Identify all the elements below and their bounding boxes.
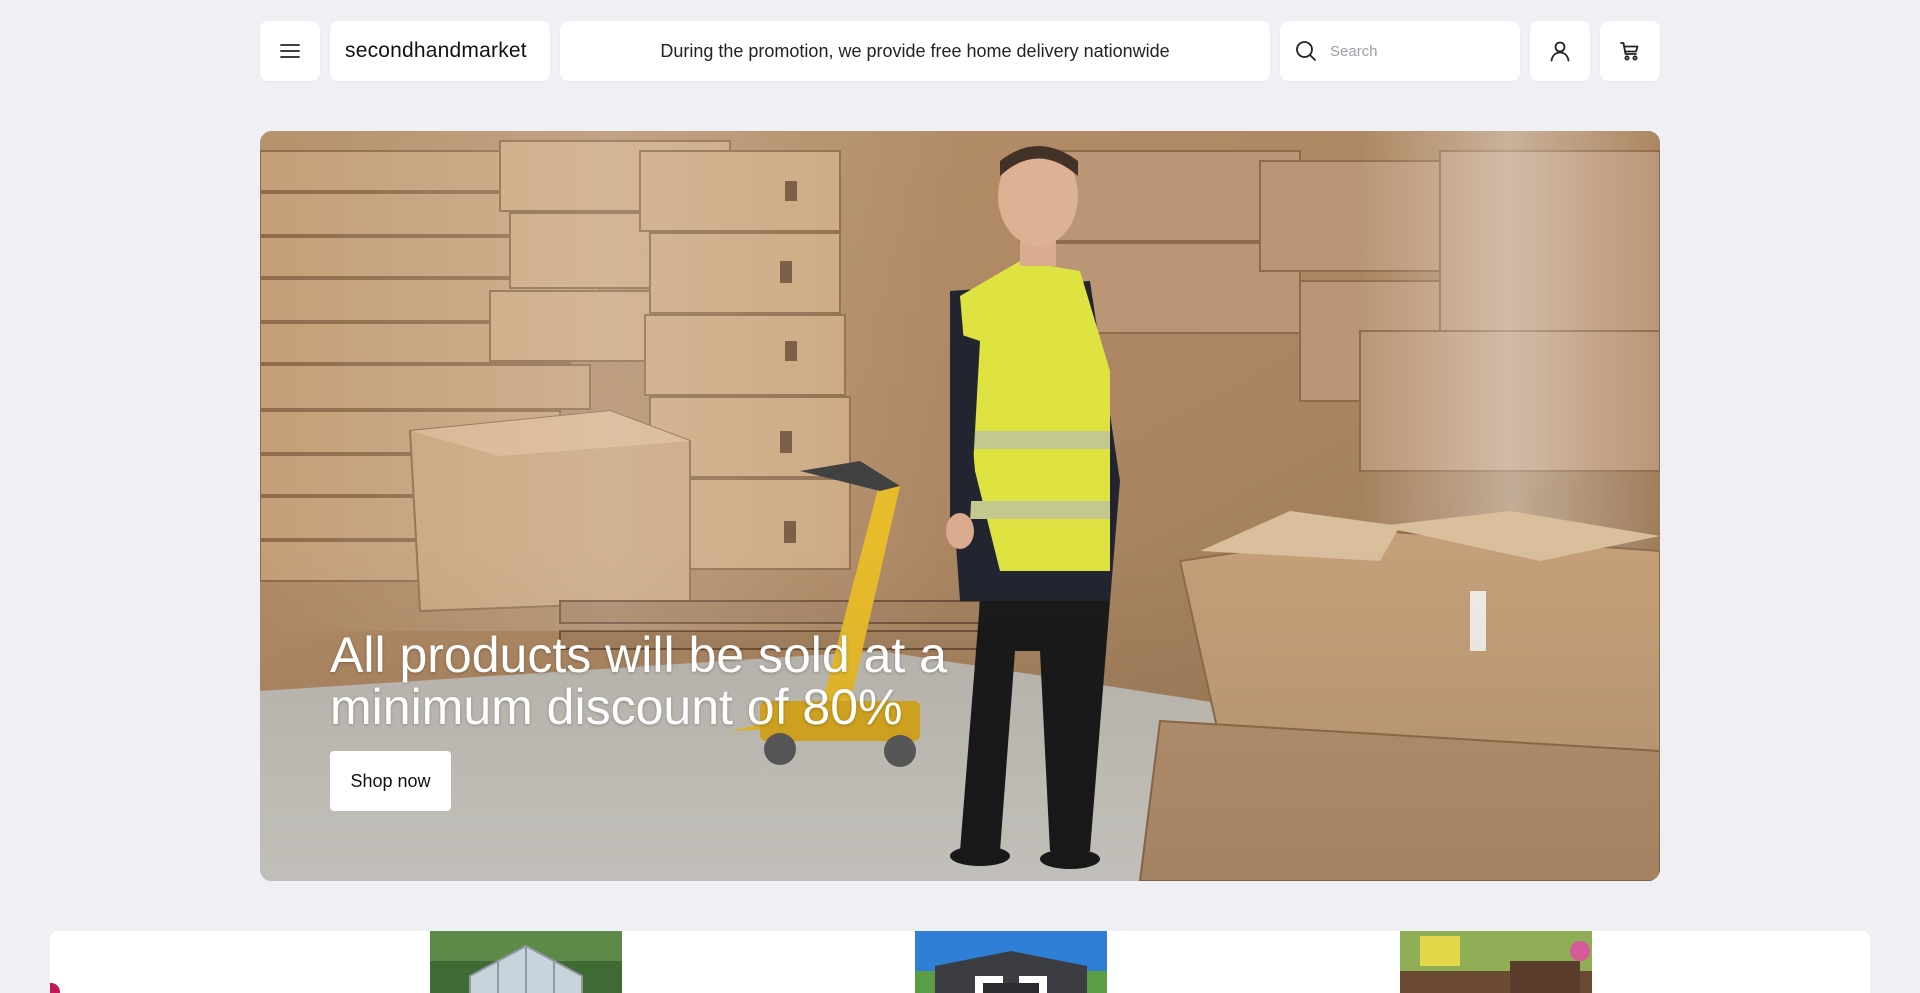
account-button[interactable] [1530,21,1590,81]
search-icon[interactable] [1294,39,1318,63]
shop-now-button[interactable]: Shop now [330,751,451,811]
cart-icon [1618,39,1642,63]
category-thumbnail-garden-shed[interactable] [915,931,1107,993]
hero-heading: All products will be sold at a minimum d… [330,627,947,735]
category-thumbnail-garden-furniture[interactable] [1400,931,1592,993]
search-input[interactable] [1330,42,1490,60]
search-bar[interactable] [1280,21,1520,81]
garden-shed-image [915,931,1107,993]
carousel-accent-dot [50,983,60,993]
logo-link[interactable]: secondhandmarket [330,21,550,81]
greenhouse-image [430,931,622,993]
category-strip [50,931,1870,993]
user-icon [1548,39,1572,63]
menu-button[interactable] [260,21,320,81]
cart-button[interactable] [1600,21,1660,81]
promo-banner: During the promotion, we provide free ho… [560,21,1270,81]
category-thumbnail-greenhouse[interactable] [430,931,622,993]
hamburger-menu-icon [278,39,302,63]
garden-furniture-image [1400,931,1592,993]
promo-text: During the promotion, we provide free ho… [660,40,1170,61]
hero-overlay [260,131,1660,881]
site-header: secondhandmarket During the promotion, w… [260,21,1660,81]
hero-banner: All products will be sold at a minimum d… [260,131,1660,881]
site-logo: secondhandmarket [345,39,527,62]
